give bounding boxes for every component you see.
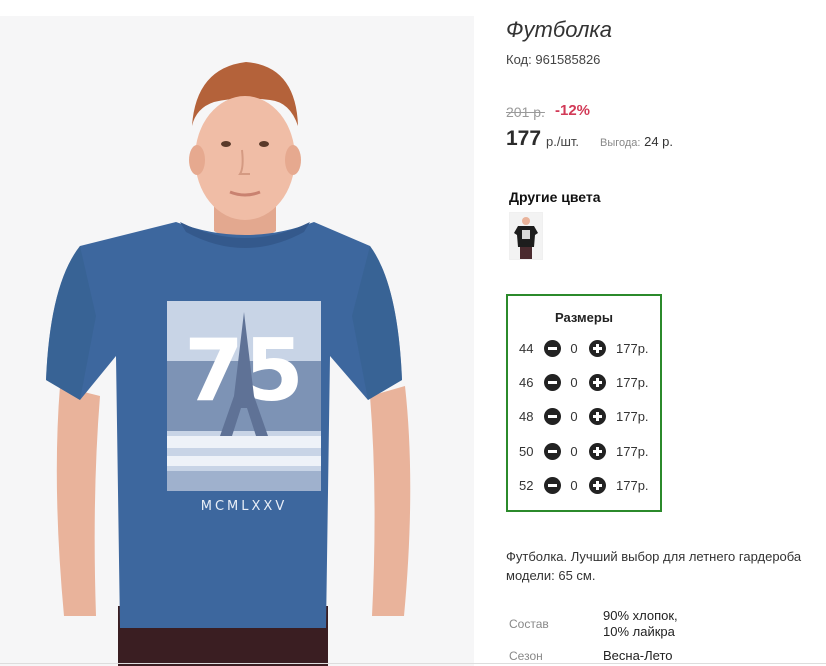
size-row-52: 52 0 177р. (508, 476, 660, 496)
size-label: 52 (519, 478, 534, 493)
sku-value: 961585826 (535, 52, 601, 67)
increase-quantity-icon[interactable] (589, 408, 606, 425)
increase-quantity-icon[interactable] (589, 477, 606, 494)
sizes-title: Размеры (555, 310, 613, 325)
color-variant-image (510, 213, 542, 259)
size-label: 44 (519, 341, 534, 356)
color-variant-thumbnail[interactable] (509, 212, 543, 260)
size-row-50: 50 0 177р. (508, 442, 660, 462)
attribute-value-line: 90% хлопок, (603, 608, 678, 623)
decrease-quantity-icon[interactable] (544, 374, 561, 391)
attribute-value-composition: 90% хлопок, 10% лайкра (603, 608, 678, 640)
size-row-46: 46 0 177р. (508, 373, 660, 393)
size-label: 46 (519, 375, 534, 390)
description-line: модели: 65 см. (506, 568, 596, 583)
increase-quantity-icon[interactable] (589, 443, 606, 460)
size-quantity: 0 (570, 444, 578, 459)
attribute-label-season: Сезон (509, 649, 543, 663)
description-line: Футболка. Лучший выбор для летнего гарде… (506, 549, 802, 564)
decrease-quantity-icon[interactable] (544, 408, 561, 425)
size-label: 48 (519, 409, 534, 424)
current-price: 177 (506, 127, 542, 150)
increase-quantity-icon[interactable] (589, 374, 606, 391)
size-price: 177р. (616, 409, 649, 424)
product-photo[interactable]: 75 MCMLXXV (0, 16, 474, 666)
product-photo-illustration: 75 MCMLXXV (46, 62, 411, 666)
decrease-quantity-icon[interactable] (544, 477, 561, 494)
decrease-quantity-icon[interactable] (544, 443, 561, 460)
attribute-value-line: 10% лайкра (603, 624, 675, 639)
attribute-value-season: Весна-Лето (603, 648, 673, 663)
size-label: 50 (519, 444, 534, 459)
size-quantity: 0 (570, 341, 578, 356)
size-quantity: 0 (570, 409, 578, 424)
size-row-48: 48 0 177р. (508, 407, 660, 427)
size-quantity: 0 (570, 375, 578, 390)
print-caption: MCMLXXV (201, 499, 287, 514)
size-price: 177р. (616, 375, 649, 390)
size-price: 177р. (616, 444, 649, 459)
product-description: Футболка. Лучший выбор для летнего гарде… (506, 547, 826, 585)
old-price: 201 р. (506, 104, 545, 120)
benefit-label: Выгода: (600, 137, 641, 149)
size-price: 177р. (616, 478, 649, 493)
bottom-divider (0, 663, 826, 664)
other-colors-title: Другие цвета (509, 189, 601, 205)
product-title: Футболка (506, 17, 612, 42)
increase-quantity-icon[interactable] (589, 340, 606, 357)
size-row-44: 44 0 177р. (508, 339, 660, 359)
price-benefit: Выгода: 24 р. (600, 134, 673, 149)
size-quantity: 0 (570, 478, 578, 493)
decrease-quantity-icon[interactable] (544, 340, 561, 357)
size-price: 177р. (616, 341, 649, 356)
sku-label: Код: (506, 52, 532, 67)
product-sku: Код: 961585826 (506, 52, 600, 67)
price-unit: р./шт. (546, 134, 580, 149)
discount-badge: -12% (555, 102, 591, 119)
sizes-panel: Размеры 44 0 177р. 46 0 177р. 48 0 177р.… (506, 294, 662, 512)
attribute-label-composition: Состав (509, 617, 549, 631)
benefit-value: 24 р. (644, 134, 674, 149)
